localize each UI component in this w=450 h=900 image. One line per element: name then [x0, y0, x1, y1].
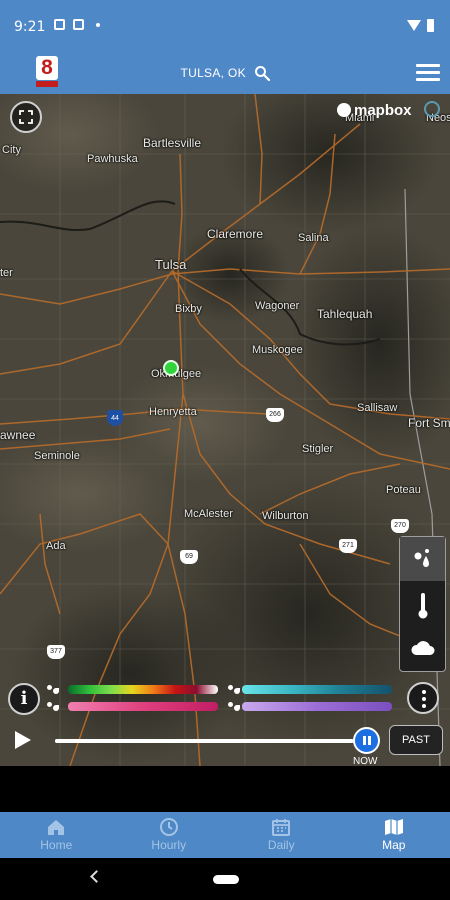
city-label-poteau: Poteau [386, 484, 421, 496]
city-label-sallisaw: Sallisaw [357, 402, 398, 414]
image-notification-icon [54, 19, 65, 30]
location-label: TULSA, OK [180, 66, 246, 80]
home-icon [48, 820, 65, 835]
city-label-wagoner: Wagoner [255, 300, 300, 312]
layer-selector-panel [399, 536, 446, 672]
city-label-ter: ter [0, 267, 13, 279]
highway-69-shield: 69 [180, 550, 198, 564]
nav-label-map: Map [382, 838, 406, 852]
notification-icons [54, 19, 100, 30]
ice-legend-icon [227, 701, 241, 713]
search-icon[interactable] [254, 65, 270, 81]
city-label-salina: Salina [298, 232, 329, 244]
logo-bar [36, 81, 58, 87]
mapbox-logo: mapbox [337, 101, 412, 119]
app-header: 8 TULSA, OK [0, 52, 450, 94]
nav-label-home: Home [40, 838, 73, 852]
city-label-shawnee: awnee [0, 428, 36, 442]
snow-legend-icon [227, 684, 241, 696]
city-label-fort-smith: Fort Sm [408, 416, 450, 430]
attribution-info-icon[interactable] [424, 101, 440, 117]
highway-271-shield: 271 [339, 539, 357, 553]
fullscreen-button[interactable] [10, 101, 42, 133]
play-button[interactable] [15, 731, 31, 749]
timeline-progress [55, 739, 353, 743]
expand-icon [19, 110, 33, 124]
system-home-pill[interactable] [213, 875, 239, 884]
city-label-wilburton: Wilburton [262, 510, 309, 522]
rain-legend-icon [46, 684, 60, 696]
highway-266-shield: 266 [266, 408, 284, 422]
system-status-icons [407, 19, 434, 32]
mapbox-wordmark: mapbox [354, 101, 412, 119]
layer-option-temperature[interactable] [400, 582, 445, 626]
more-options-button[interactable] [407, 682, 439, 714]
mix-legend-bar [68, 702, 218, 711]
bottom-navigation: Home Hourly Daily Map [0, 812, 450, 858]
ice-legend-bar [242, 702, 392, 711]
nav-item-daily[interactable]: Daily [225, 812, 338, 858]
city-label-tahlequah: Tahlequah [317, 307, 373, 321]
phone-notification-icon [73, 19, 84, 30]
radar-map[interactable]: Miami Neos City Bartlesville Pawhuska Cl… [0, 94, 450, 766]
highway-270-shield: 270 [391, 519, 409, 533]
city-label-stigler: Stigler [302, 443, 334, 455]
empty-region [0, 766, 450, 812]
location-selector[interactable]: TULSA, OK [0, 65, 450, 81]
status-time: 9:21 [14, 19, 46, 35]
past-button[interactable]: PAST [389, 725, 443, 755]
city-label-city: City [2, 144, 21, 156]
layer-option-radar[interactable] [400, 537, 445, 581]
snow-legend-bar [242, 685, 392, 694]
system-navigation-bar [0, 858, 450, 900]
nav-item-home[interactable]: Home [0, 812, 113, 858]
city-label-bixby: Bixby [175, 303, 202, 315]
cloud-icon [411, 641, 435, 655]
nav-label-daily: Daily [267, 838, 295, 852]
hamburger-menu-icon[interactable] [416, 64, 440, 82]
highway-377-shield: 377 [47, 645, 65, 659]
city-label-pawhuska: Pawhuska [87, 153, 138, 165]
layer-option-clouds[interactable] [400, 627, 445, 671]
clock-icon [159, 818, 178, 836]
timeline-slider[interactable] [55, 739, 365, 743]
city-label-muskogee: Muskogee [252, 344, 303, 356]
nav-item-map[interactable]: Map [338, 812, 450, 858]
battery-icon [427, 19, 434, 32]
nav-item-hourly[interactable]: Hourly [113, 812, 226, 858]
city-label-henryetta: Henryetta [149, 406, 197, 418]
interstate-44-shield: 44 [107, 410, 123, 426]
current-location-marker [163, 360, 179, 376]
system-back-icon[interactable] [90, 870, 103, 883]
wifi-icon [407, 20, 421, 31]
status-bar: 9:21 [0, 0, 450, 52]
rain-legend-bar [68, 685, 218, 694]
mix-legend-icon [46, 701, 60, 713]
city-label-ada: Ada [46, 540, 66, 552]
map-terrain [0, 94, 450, 766]
legend-info-button[interactable]: i [8, 683, 40, 715]
calendar-icon [272, 819, 291, 836]
city-label-mcalester: McAlester [184, 508, 233, 520]
timeline-thumb-pause-button[interactable] [353, 727, 380, 754]
more-notifications-icon [96, 22, 100, 27]
radar-precip-icon [414, 549, 429, 567]
map-icon [384, 819, 403, 835]
nav-label-hourly: Hourly [151, 838, 187, 852]
city-label-seminole: Seminole [34, 450, 80, 462]
city-label-claremore: Claremore [207, 227, 264, 241]
city-label-tulsa: Tulsa [155, 257, 187, 272]
thermometer-icon [418, 593, 428, 619]
city-label-bartlesville: Bartlesville [143, 136, 202, 150]
mapbox-mark-icon [337, 103, 351, 117]
